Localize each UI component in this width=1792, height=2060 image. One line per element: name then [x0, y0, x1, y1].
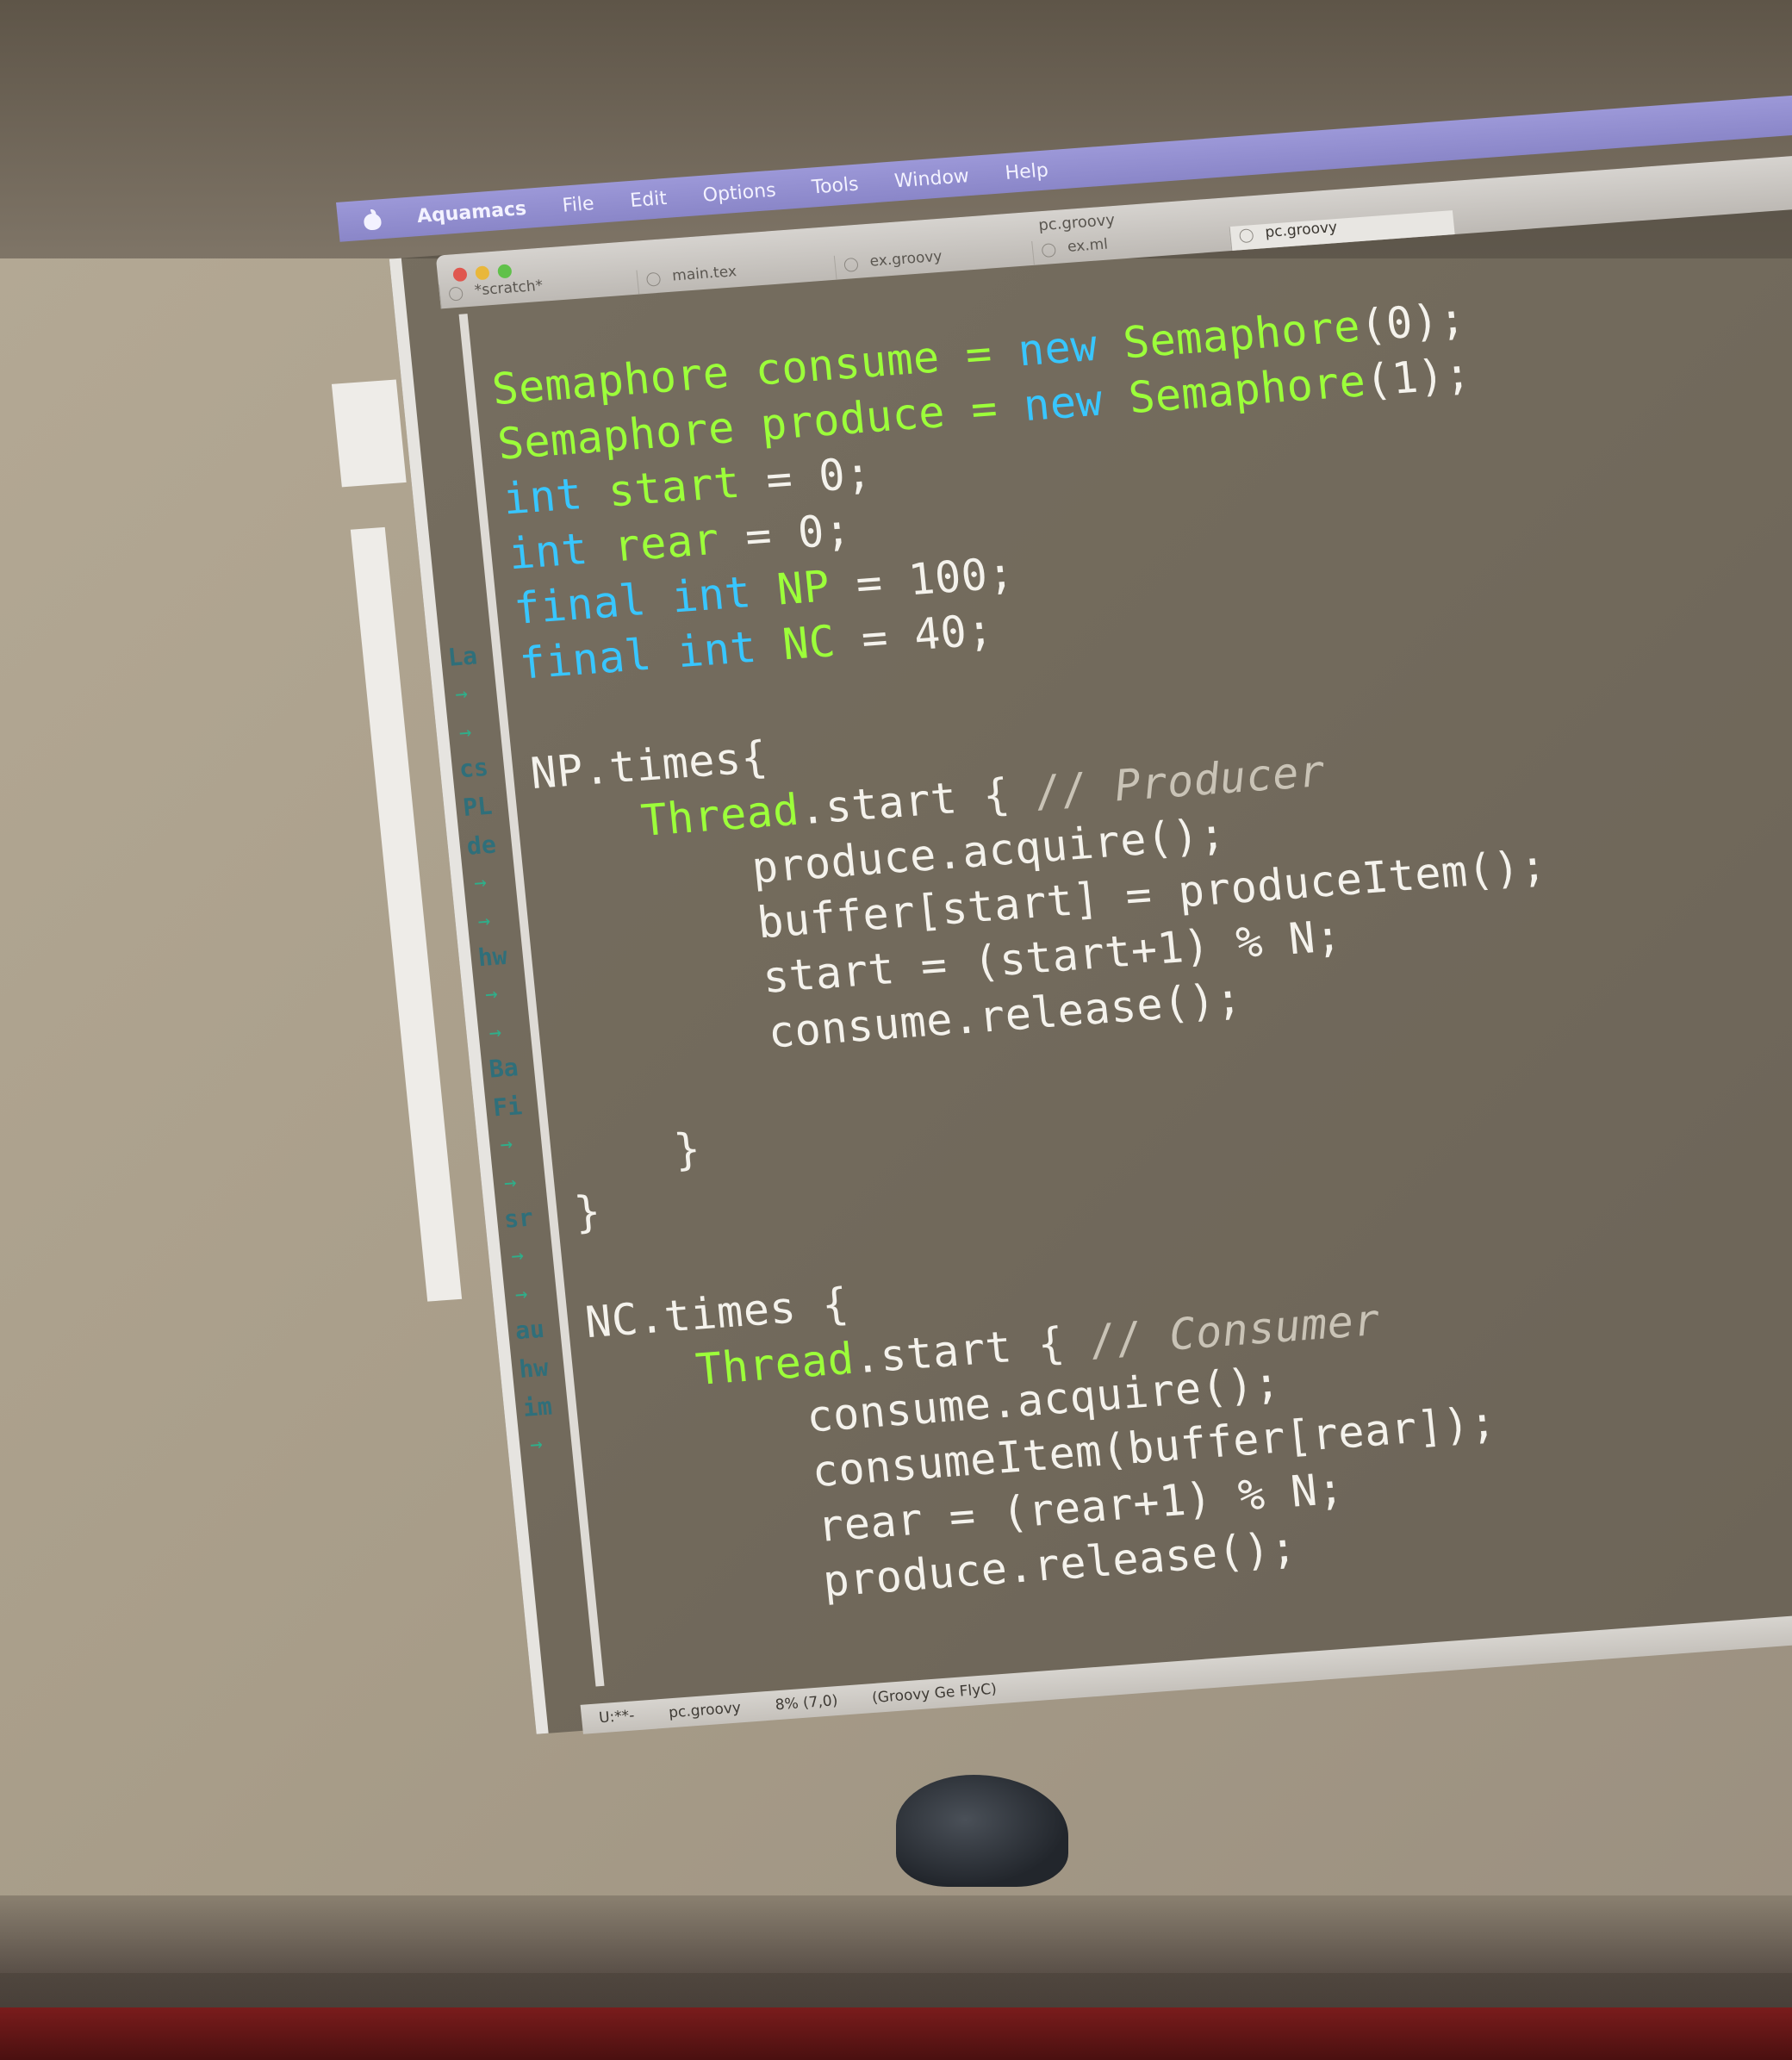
tab-label: pc.groovy: [1264, 219, 1339, 242]
window-title: pc.groovy: [1037, 210, 1117, 235]
continuation-arrow-icon: →: [513, 1281, 529, 1307]
code-token: new: [1021, 373, 1132, 432]
code-token: Thread: [638, 784, 802, 846]
code-token: final: [511, 572, 675, 634]
continuation-arrow-icon: →: [472, 869, 488, 895]
board-ledge: [0, 1895, 1792, 1973]
code-token: int: [675, 619, 786, 678]
code-token: = 40;: [859, 604, 996, 664]
continuation-arrow-icon: →: [528, 1431, 544, 1457]
code-token: = 100;: [853, 547, 1017, 609]
continuation-arrow-icon: →: [488, 1019, 503, 1045]
menu-tools[interactable]: Tools: [811, 173, 860, 198]
code-token: = 0;: [763, 447, 874, 506]
menu-window[interactable]: Window: [893, 165, 970, 192]
tab-close-icon[interactable]: [645, 271, 662, 287]
code-token: NC: [780, 613, 864, 670]
code-token: // Producer: [1033, 745, 1328, 818]
close-window-button[interactable]: [452, 267, 468, 283]
gutter-label: cs: [457, 752, 490, 784]
modeline-mode[interactable]: (Groovy Ge FlyC): [871, 1681, 997, 1708]
tab-scratch[interactable]: *scratch*: [439, 270, 639, 309]
menu-help[interactable]: Help: [1004, 159, 1049, 184]
code-token: }: [566, 1123, 703, 1184]
code-token: Thread: [694, 1333, 856, 1395]
code-token: final: [517, 627, 681, 689]
gutter-label: de: [465, 830, 498, 861]
tab-label: ex.ml: [1067, 235, 1109, 256]
tab-close-icon[interactable]: [448, 286, 464, 302]
tab-close-icon[interactable]: [1238, 228, 1254, 244]
code-token: int: [501, 466, 612, 525]
menu-app[interactable]: Aquamacs: [416, 197, 527, 227]
code-token: (1);: [1363, 348, 1473, 406]
tab-close-icon[interactable]: [1041, 243, 1057, 258]
code-token: new: [1015, 318, 1126, 377]
gutter-label: La: [446, 641, 479, 672]
zoom-window-button[interactable]: [497, 264, 513, 279]
continuation-arrow-icon: →: [453, 681, 470, 706]
gutter-label: au: [513, 1314, 546, 1346]
code-token: (0);: [1357, 293, 1468, 352]
tab-pc-groovy[interactable]: pc.groovy: [1229, 210, 1455, 252]
tab-label: ex.groovy: [868, 247, 943, 271]
modeline-position: 8% (7,0): [774, 1692, 839, 1715]
floor-strip: [0, 2007, 1792, 2060]
gutter-label: sr: [502, 1203, 535, 1234]
apple-menu-icon[interactable]: [363, 208, 382, 230]
menu-options[interactable]: Options: [702, 179, 777, 206]
modeline-buffer-name[interactable]: pc.groovy: [668, 1699, 742, 1721]
projected-screen: Aquamacs File Edit Options Tools Window …: [331, 95, 1792, 1746]
code-token: int: [506, 521, 617, 580]
tab-close-icon[interactable]: [843, 257, 859, 272]
menu-file[interactable]: File: [562, 193, 595, 217]
code-token: rear: [611, 512, 749, 572]
code-token: // Consumer: [1087, 1294, 1383, 1366]
gutter-label: Ba: [488, 1053, 520, 1084]
gutter-label: hw: [476, 941, 509, 973]
code-token: start: [606, 455, 769, 517]
code-token: = 0;: [743, 504, 854, 563]
code-line[interactable]: }: [566, 1123, 703, 1184]
code-token: int: [669, 564, 780, 623]
modeline-status: U:**-: [598, 1707, 636, 1727]
continuation-arrow-icon: →: [476, 908, 492, 934]
tab-main-tex[interactable]: main.tex: [636, 255, 837, 295]
gutter-label: PL: [461, 791, 494, 823]
tab-label: *scratch*: [473, 277, 544, 300]
code-line[interactable]: }: [572, 1186, 603, 1239]
tab-ex-groovy[interactable]: ex.groovy: [833, 241, 1034, 280]
gutter-label: Fi: [491, 1092, 524, 1123]
code-token: NP: [775, 559, 859, 615]
code-token: }: [571, 1186, 604, 1238]
tab-label: main.tex: [671, 263, 737, 285]
continuation-arrow-icon: →: [483, 980, 499, 1006]
continuation-arrow-icon: →: [499, 1130, 514, 1156]
menu-edit[interactable]: Edit: [629, 187, 668, 211]
continuation-arrow-icon: →: [509, 1242, 526, 1268]
gutter-label: im: [521, 1391, 554, 1422]
continuation-arrow-icon: →: [457, 719, 473, 745]
background-window-edge: [331, 379, 407, 488]
minimize-window-button[interactable]: [475, 265, 490, 281]
continuation-arrow-icon: →: [502, 1169, 518, 1195]
gutter-label: hw: [517, 1353, 550, 1384]
editor-window: pc.groovy *scratch* main.tex ex.groovy e…: [331, 153, 1792, 1734]
